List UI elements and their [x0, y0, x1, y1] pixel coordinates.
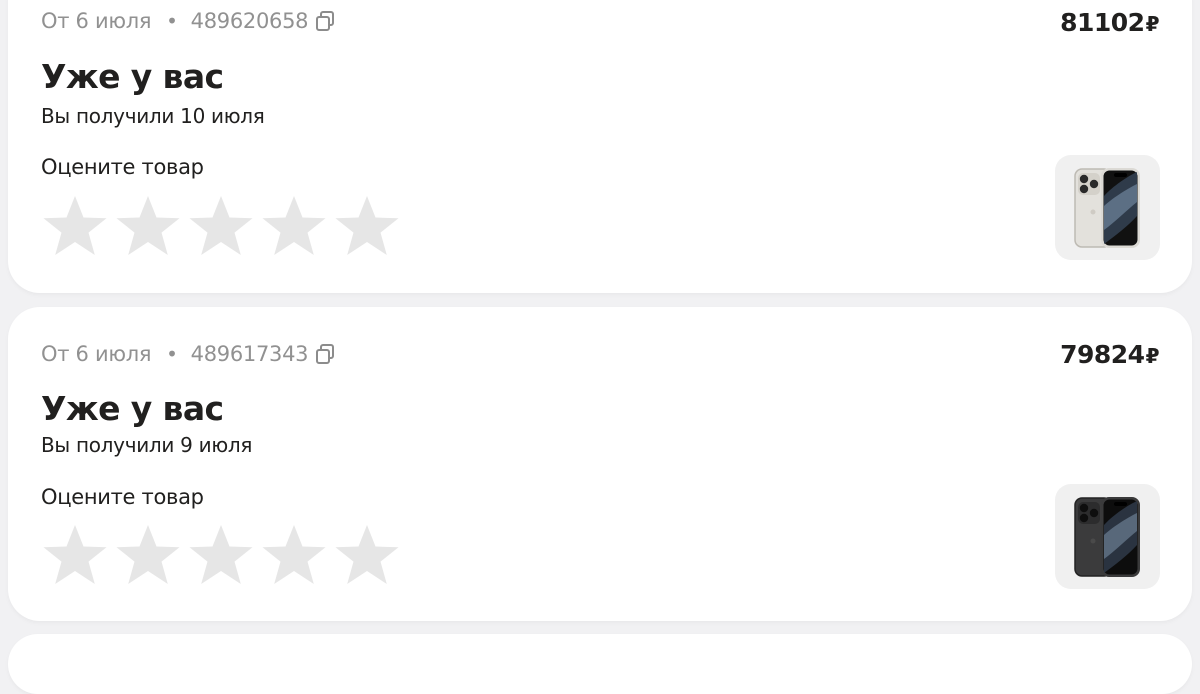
order-meta: От 6 июля • 489620658	[41, 9, 335, 33]
phone-image	[1073, 496, 1140, 577]
received-date: Вы получили 9 июля	[41, 433, 253, 457]
rate-label: Оцените товар	[41, 155, 204, 179]
received-date: Вы получили 10 июля	[41, 104, 265, 128]
rate-label: Оцените товар	[41, 485, 204, 509]
order-price: 79824₽	[1060, 340, 1159, 369]
copy-icon[interactable]	[315, 343, 335, 365]
product-thumbnail[interactable]	[1055, 155, 1160, 260]
order-number: 489620658	[190, 9, 309, 33]
order-status: Уже у вас	[41, 389, 224, 428]
order-card[interactable]	[8, 634, 1192, 694]
order-status: Уже у вас	[41, 57, 224, 96]
order-meta: От 6 июля • 489617343	[41, 342, 335, 366]
star-icon[interactable]	[114, 194, 182, 258]
rating-stars	[41, 523, 406, 587]
order-price: 81102₽	[1060, 8, 1159, 37]
star-icon[interactable]	[41, 523, 109, 587]
star-icon[interactable]	[260, 194, 328, 258]
currency-symbol: ₽	[1145, 344, 1160, 368]
meta-separator: •	[166, 342, 178, 366]
star-icon[interactable]	[41, 194, 109, 258]
order-card[interactable]: От 6 июля • 489620658 81102₽ Уже у вас В…	[8, 0, 1192, 293]
order-number: 489617343	[190, 342, 309, 366]
star-icon[interactable]	[114, 523, 182, 587]
order-date: От 6 июля	[41, 9, 152, 33]
price-value: 81102	[1060, 8, 1145, 37]
star-icon[interactable]	[187, 194, 255, 258]
order-card[interactable]: От 6 июля • 489617343 79824₽ Уже у вас В…	[8, 307, 1192, 621]
meta-separator: •	[166, 9, 178, 33]
price-value: 79824	[1060, 340, 1145, 369]
star-icon[interactable]	[260, 523, 328, 587]
phone-image	[1073, 167, 1140, 248]
star-icon[interactable]	[333, 523, 401, 587]
order-date: От 6 июля	[41, 342, 152, 366]
copy-icon[interactable]	[315, 10, 335, 32]
star-icon[interactable]	[187, 523, 255, 587]
product-thumbnail[interactable]	[1055, 484, 1160, 589]
currency-symbol: ₽	[1145, 12, 1160, 36]
star-icon[interactable]	[333, 194, 401, 258]
rating-stars	[41, 194, 406, 258]
